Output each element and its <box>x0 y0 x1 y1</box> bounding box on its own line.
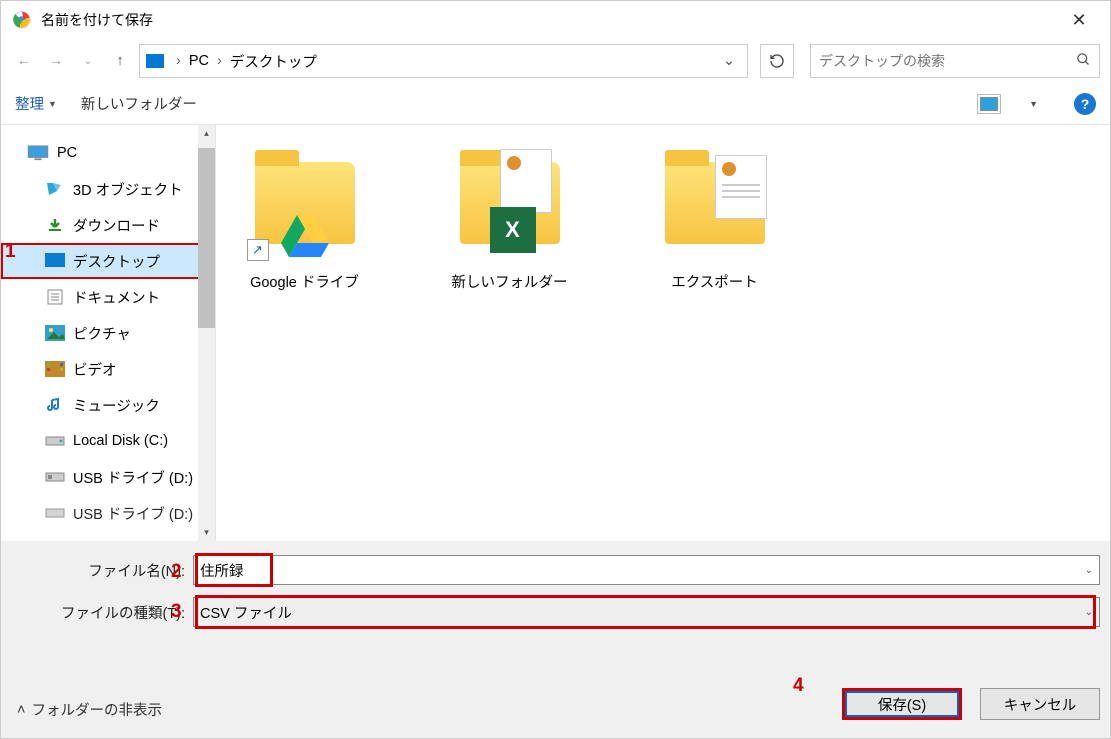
address-bar[interactable]: › PC › デスクトップ ⌄ <box>139 44 748 78</box>
tree-desktop[interactable]: デスクトップ <box>1 243 215 279</box>
help-button[interactable]: ? <box>1074 93 1096 115</box>
scroll-down-icon[interactable]: ▾ <box>198 524 215 541</box>
tree-label: ドキュメント <box>73 287 160 308</box>
filetype-label: ファイルの種類(T): <box>11 602 185 623</box>
folder-icon <box>655 143 775 263</box>
tree-label: USB ドライブ (D:) <box>73 467 193 488</box>
breadcrumb-pc[interactable]: PC <box>185 53 213 69</box>
forward-button[interactable]: → <box>43 48 69 74</box>
tree-label: ビデオ <box>73 359 117 380</box>
breadcrumb-folder[interactable]: デスクトップ <box>226 51 321 72</box>
tree-label: USB ドライブ (D:) <box>73 503 193 524</box>
titlebar: 名前を付けて保存 ✕ <box>1 1 1110 39</box>
breadcrumb-sep: › <box>213 53 226 69</box>
chrome-icon <box>13 11 31 29</box>
file-item-google-drive[interactable]: ↗ Google ドライブ <box>222 143 387 292</box>
highlight-box-3 <box>195 595 1096 629</box>
search-input[interactable] <box>819 53 1076 69</box>
shortcut-icon: ↗ <box>247 239 269 261</box>
file-label: Google ドライブ <box>250 271 359 292</box>
document-icon <box>715 155 767 219</box>
scroll-thumb[interactable] <box>198 148 215 328</box>
tree-label: 3D オブジェクト <box>73 179 183 200</box>
recent-dropdown-icon[interactable]: ⌄ <box>75 48 101 74</box>
bottom-panel: ファイル名(N): 住所録 ⌄ ファイルの種類(T): CSV ファイル ⌄ ˄… <box>1 541 1110 738</box>
excel-icon: X <box>490 207 536 253</box>
filename-input[interactable]: 住所録 ⌄ <box>193 555 1100 585</box>
folder-icon: X <box>450 143 570 263</box>
tree-label: ミュージック <box>73 395 160 416</box>
toolbar: 整理▼ 新しいフォルダー ▼ ? <box>1 83 1110 125</box>
tree-label: Local Disk (C:) <box>73 433 168 449</box>
tree-pc[interactable]: PC <box>1 135 215 171</box>
annotation-4: 4 <box>793 675 804 697</box>
hide-folders-toggle[interactable]: ˄ フォルダーの非表示 <box>17 699 162 720</box>
tree-music[interactable]: ミュージック <box>1 387 215 423</box>
view-dropdown-icon[interactable]: ▼ <box>1029 99 1038 109</box>
scroll-up-icon[interactable]: ▴ <box>198 125 215 142</box>
tree-label: PC <box>57 145 77 161</box>
tree-usb-drive-d[interactable]: USB ドライブ (D:) <box>1 459 215 495</box>
tree-label: ダウンロード <box>73 215 160 236</box>
highlight-box-2 <box>195 553 273 587</box>
view-button[interactable] <box>977 94 1001 114</box>
nav-row: ← → ⌄ ↑ › PC › デスクトップ ⌄ <box>1 39 1110 83</box>
up-button[interactable]: ↑ <box>107 48 133 74</box>
window-title: 名前を付けて保存 <box>41 10 1056 30</box>
folder-icon: ↗ <box>245 143 365 263</box>
save-button[interactable]: 保存(S) <box>842 688 962 720</box>
file-item-export[interactable]: エクスポート <box>632 143 797 292</box>
file-label: エクスポート <box>671 271 758 292</box>
annotation-1: 1 <box>5 241 16 263</box>
tree-videos[interactable]: ビデオ <box>1 351 215 387</box>
file-item-new-folder[interactable]: X 新しいフォルダー <box>427 143 592 292</box>
google-drive-icon <box>281 215 329 257</box>
chevron-up-icon: ˄ <box>17 702 25 718</box>
tree-3d-objects[interactable]: 3D オブジェクト <box>1 171 215 207</box>
address-dropdown-icon[interactable]: ⌄ <box>717 53 741 69</box>
search-icon[interactable] <box>1076 52 1091 71</box>
desktop-icon <box>146 54 164 68</box>
tree-local-disk-c[interactable]: Local Disk (C:) <box>1 423 215 459</box>
tree-label: デスクトップ <box>73 251 160 272</box>
annotation-3: 3 <box>171 601 182 623</box>
tree-pictures[interactable]: ピクチャ <box>1 315 215 351</box>
file-list[interactable]: ↗ Google ドライブ X 新しいフォルダー エクスポート <box>216 125 1110 541</box>
tree-downloads[interactable]: ダウンロード <box>1 207 215 243</box>
sidebar-scrollbar[interactable]: ▴ ▾ <box>198 125 215 541</box>
refresh-button[interactable] <box>760 44 794 78</box>
back-button[interactable]: ← <box>11 48 37 74</box>
cancel-button[interactable]: キャンセル <box>980 688 1100 720</box>
file-label: 新しいフォルダー <box>452 271 568 292</box>
filename-label: ファイル名(N): <box>11 560 185 581</box>
organize-menu[interactable]: 整理▼ <box>15 93 57 114</box>
dropdown-icon: ▼ <box>48 99 57 109</box>
hide-folders-label: フォルダーの非表示 <box>31 699 162 720</box>
new-folder-button[interactable]: 新しいフォルダー <box>81 93 197 114</box>
search-box[interactable] <box>810 44 1100 78</box>
tree-usb-drive-d-2[interactable]: USB ドライブ (D:) <box>1 495 215 531</box>
tree-documents[interactable]: ドキュメント <box>1 279 215 315</box>
tree-label: ピクチャ <box>73 323 131 344</box>
dropdown-icon[interactable]: ⌄ <box>1085 565 1093 576</box>
breadcrumb-sep: › <box>172 53 185 69</box>
sidebar: PC 3D オブジェクト ダウンロード デスクトップ ドキュメント <box>1 125 216 541</box>
close-icon[interactable]: ✕ <box>1056 5 1102 35</box>
annotation-2: 2 <box>171 561 182 583</box>
